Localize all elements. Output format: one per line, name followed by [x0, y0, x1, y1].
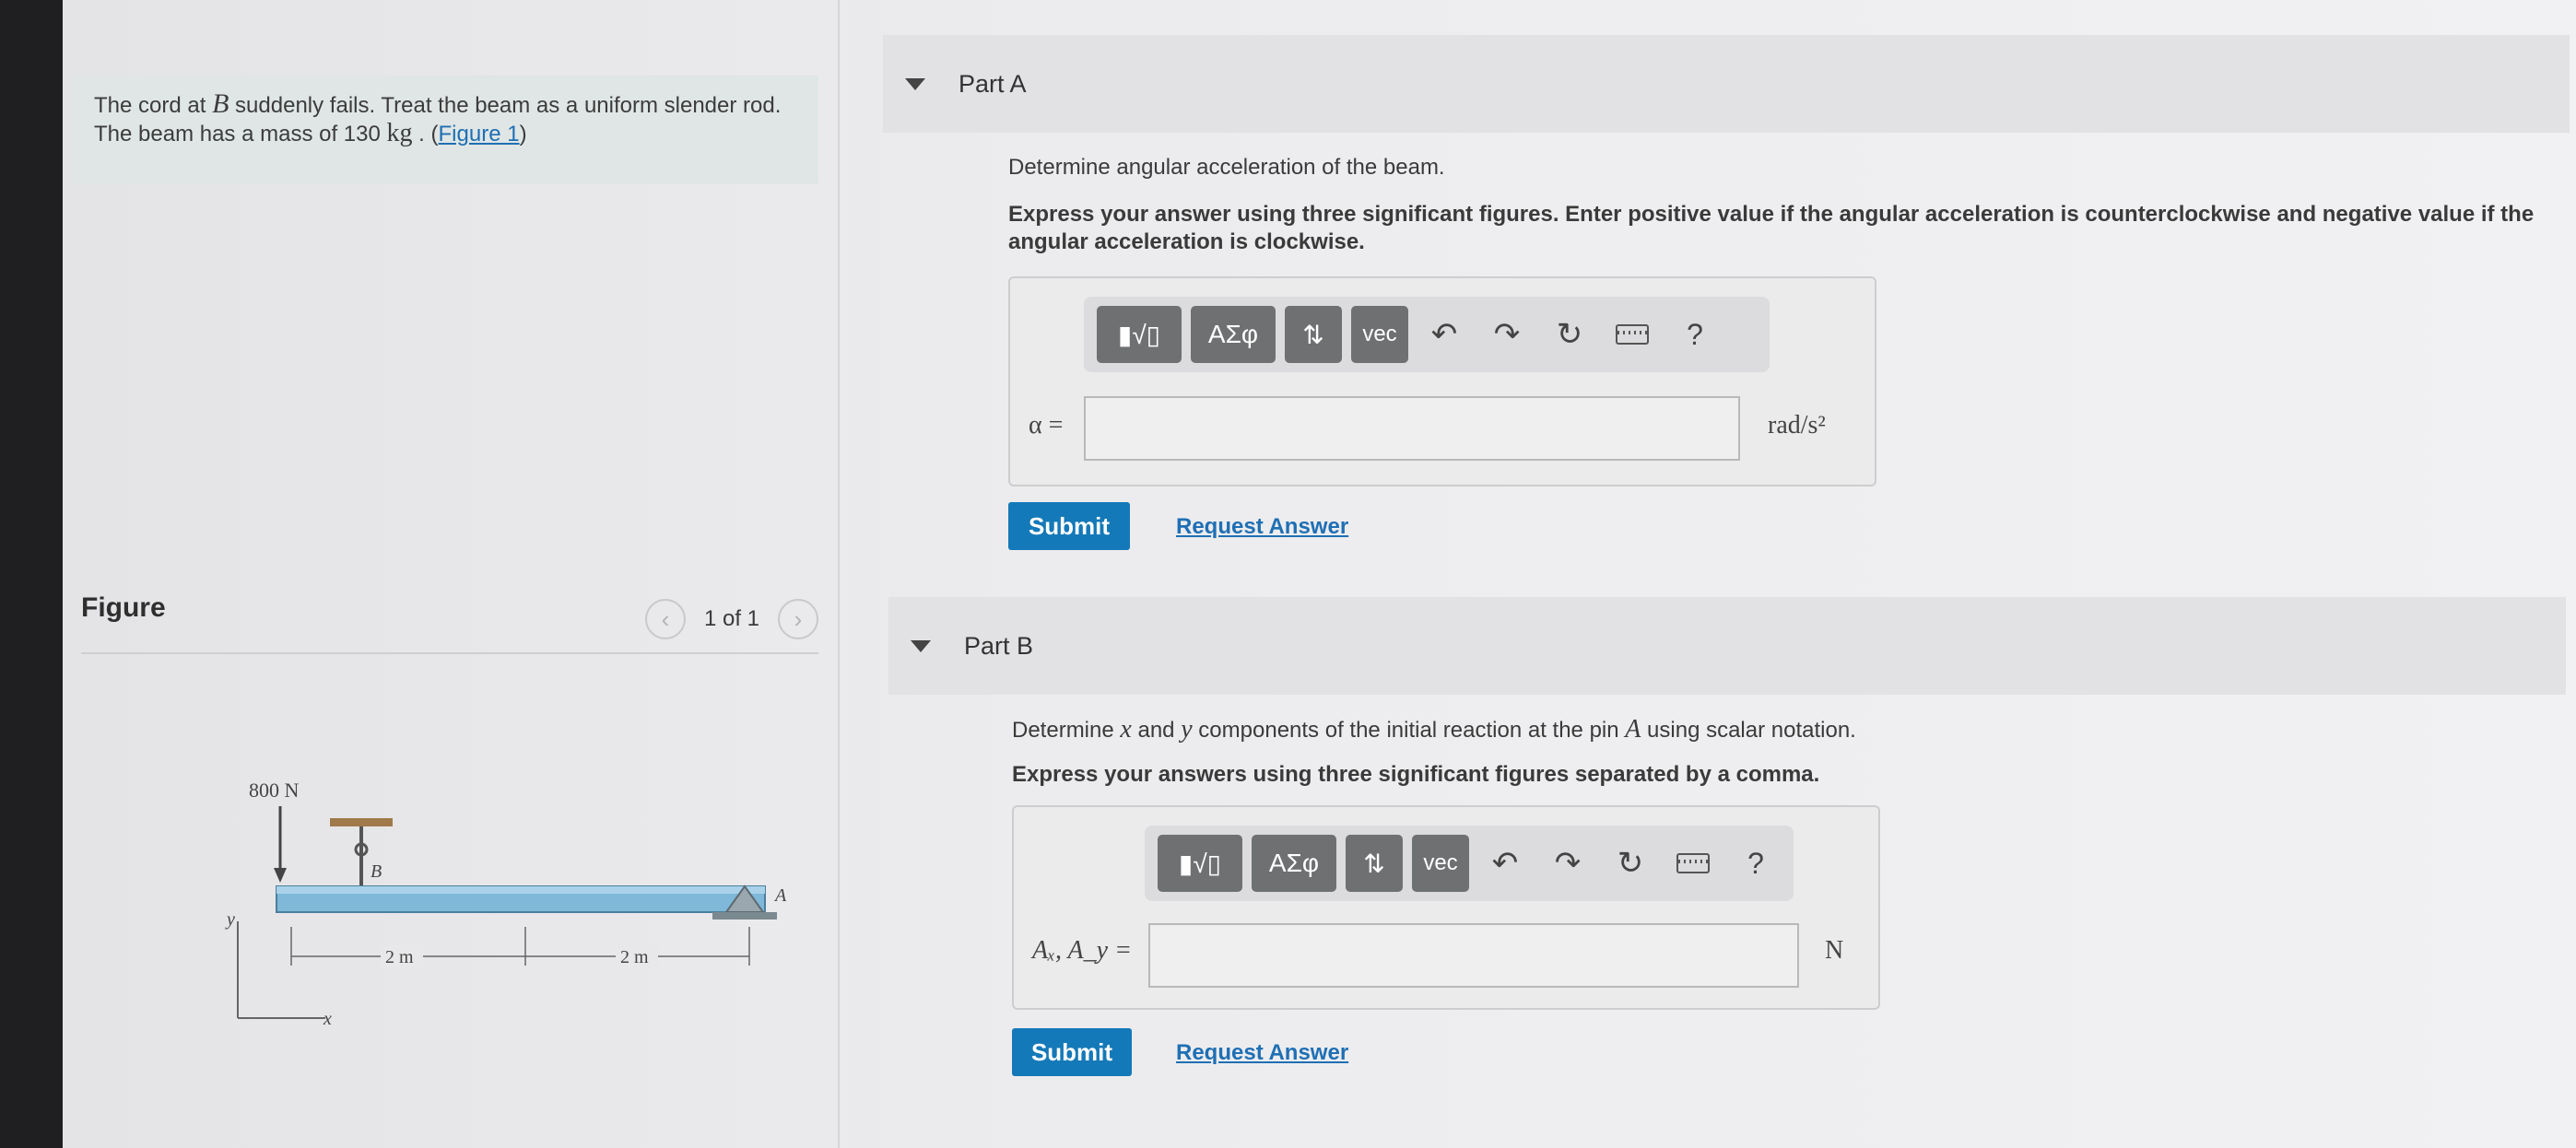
- dim-label-2: 2 m: [620, 947, 649, 967]
- part-b-toolbar: ▮√▯ ΑΣφ ⇅ vec ↶ ↷ ↻ ?: [1145, 826, 1794, 901]
- axis-y-label: y: [225, 909, 235, 930]
- prompt-text: using scalar notation.: [1641, 718, 1856, 743]
- part-a-title: Part A: [959, 69, 1027, 98]
- prompt-var-a: A: [1625, 715, 1641, 744]
- force-arrowhead: [274, 868, 287, 883]
- dim-label-1: 2 m: [385, 947, 414, 967]
- collapse-triangle-icon[interactable]: [911, 639, 931, 652]
- prompt-text: Determine: [1012, 718, 1121, 743]
- figure-title: Figure: [81, 592, 166, 623]
- axis-x-label: x: [323, 1009, 332, 1029]
- alpha-label: α =: [1029, 411, 1064, 439]
- prompt-var-y: y: [1181, 715, 1193, 744]
- part-a-header[interactable]: Part A: [883, 35, 2570, 133]
- part-b-submit-button[interactable]: Submit: [1012, 1028, 1132, 1076]
- keyboard-icon[interactable]: [1666, 835, 1720, 892]
- label-b: B: [371, 861, 382, 882]
- redo-icon[interactable]: ↷: [1480, 306, 1534, 363]
- part-b-request-answer-link[interactable]: Request Answer: [1176, 1040, 1348, 1066]
- chevron-right-icon[interactable]: ›: [778, 599, 818, 639]
- figure-link[interactable]: Figure 1: [439, 122, 520, 146]
- problem-text: . (: [412, 122, 439, 146]
- alpha-unit: rad/s²: [1768, 411, 1826, 439]
- part-a-request-answer-link[interactable]: Request Answer: [1176, 514, 1348, 540]
- collapse-triangle-icon[interactable]: [905, 77, 925, 90]
- undo-icon[interactable]: ↶: [1478, 835, 1532, 892]
- problem-statement: The cord at B suddenly fails. Treat the …: [72, 76, 818, 184]
- reset-icon[interactable]: ↻: [1543, 306, 1596, 363]
- help-icon[interactable]: ?: [1729, 835, 1782, 892]
- templates-button[interactable]: ▮√▯: [1097, 306, 1182, 363]
- prompt-text: components of the initial reaction at th…: [1192, 718, 1626, 743]
- column-divider: [838, 0, 840, 1148]
- beam-diagram: 800 N B A 2 m 2 m y x: [225, 779, 787, 1029]
- part-a-instructions: Express your answer using three signific…: [1008, 202, 2535, 254]
- parts-column: Part A Determine angular acceleration of…: [883, 0, 2576, 1148]
- part-b-header[interactable]: Part B: [888, 597, 2566, 695]
- problem-text: The cord at: [94, 93, 213, 118]
- ax-ay-unit: N: [1825, 936, 1844, 965]
- part-b-answer-box: ▮√▯ ΑΣφ ⇅ vec ↶ ↷ ↻ ? Aₓ, A_y = N: [1012, 805, 1880, 1010]
- greek-symbols-button[interactable]: ΑΣφ: [1191, 306, 1276, 363]
- figure-pager: ‹ 1 of 1 ›: [644, 599, 818, 639]
- force-label: 800 N: [249, 779, 300, 802]
- screen: The cord at B suddenly fails. Treat the …: [63, 0, 2576, 1148]
- reset-icon[interactable]: ↻: [1604, 835, 1657, 892]
- help-icon[interactable]: ?: [1668, 306, 1722, 363]
- alpha-input[interactable]: [1084, 396, 1740, 461]
- part-a-toolbar: ▮√▯ ΑΣφ ⇅ vec ↶ ↷ ↻ ?: [1084, 297, 1770, 372]
- figure-header: Figure ‹ 1 of 1 ›: [81, 590, 818, 654]
- part-a-answer-box: ▮√▯ ΑΣφ ⇅ vec ↶ ↷ ↻ ? α = rad/s²: [1008, 276, 1876, 486]
- ax-ay-input[interactable]: [1148, 923, 1799, 988]
- redo-icon[interactable]: ↷: [1541, 835, 1594, 892]
- part-b-prompt: Determine x and y components of the init…: [1012, 715, 1856, 744]
- undo-icon[interactable]: ↶: [1417, 306, 1471, 363]
- beam-highlight: [276, 886, 765, 894]
- arrows-button[interactable]: ⇅: [1346, 835, 1403, 892]
- vec-button[interactable]: vec: [1412, 835, 1469, 892]
- part-a-submit-button[interactable]: Submit: [1008, 502, 1130, 550]
- prompt-text: and: [1131, 718, 1182, 743]
- pager-text: 1 of 1: [703, 606, 759, 631]
- ceiling-support: [330, 818, 393, 826]
- part-b-instructions: Express your answers using three signifi…: [1012, 762, 1820, 787]
- keyboard-icon[interactable]: [1606, 306, 1659, 363]
- templates-button[interactable]: ▮√▯: [1158, 835, 1242, 892]
- arrows-button[interactable]: ⇅: [1285, 306, 1342, 363]
- chevron-left-icon[interactable]: ‹: [644, 599, 686, 639]
- prompt-var-x: x: [1120, 715, 1132, 744]
- part-a-prompt: Determine angular acceleration of the be…: [1008, 155, 1445, 180]
- greek-symbols-button[interactable]: ΑΣφ: [1252, 835, 1336, 892]
- problem-text: ): [519, 122, 527, 146]
- problem-var-b: B: [212, 88, 229, 119]
- label-a: A: [773, 885, 787, 906]
- part-b-title: Part B: [964, 631, 1034, 660]
- problem-column: The cord at B suddenly fails. Treat the …: [63, 0, 837, 1148]
- vec-button[interactable]: vec: [1351, 306, 1408, 363]
- pin-base: [712, 912, 777, 920]
- problem-unit: kg: [386, 119, 413, 147]
- ax-ay-label: Aₓ, A_y =: [1032, 936, 1132, 965]
